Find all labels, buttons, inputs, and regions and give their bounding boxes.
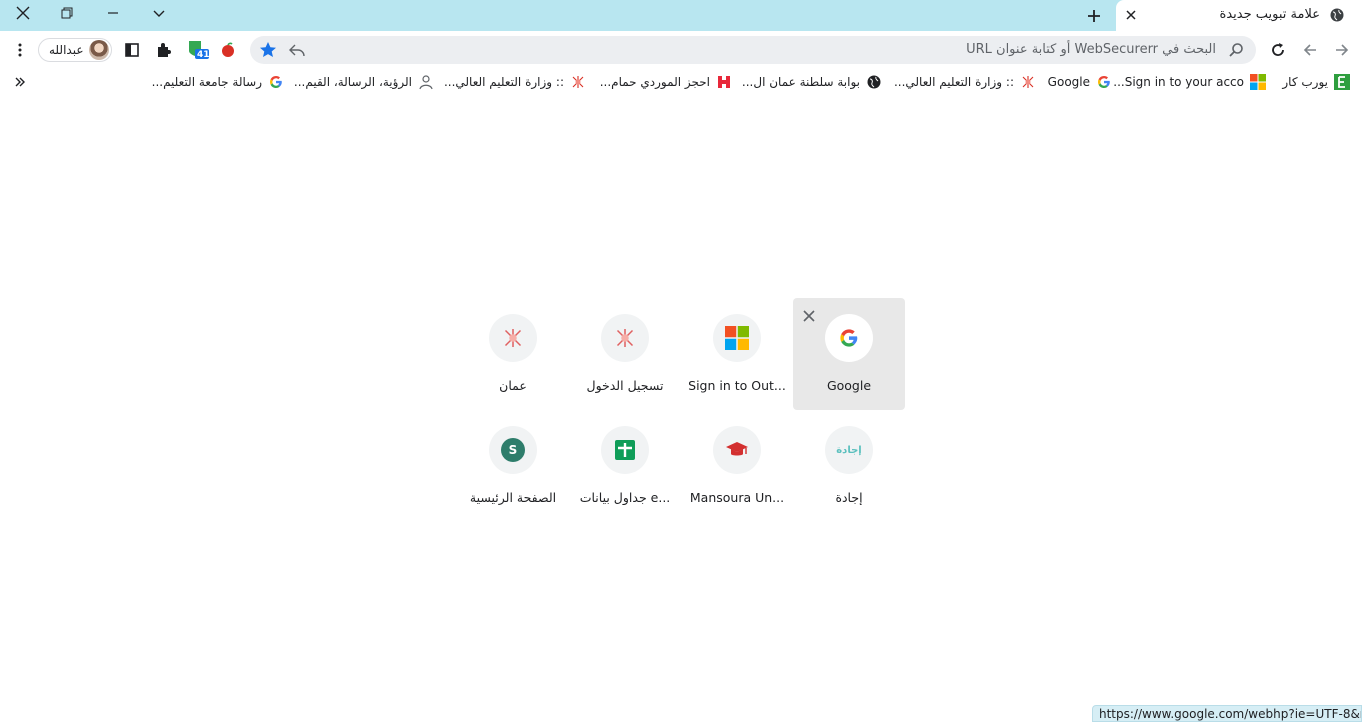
search-icon [1229, 43, 1243, 57]
bookmark-label: :: وزارة التعليم العالي... [443, 75, 564, 89]
shortcut-label: جداول بيانات e... [579, 490, 671, 505]
bookmark-label: يورب كار [1282, 75, 1328, 89]
tab-title: علامة تبويب جديدة [1219, 7, 1320, 22]
bookmark-item[interactable]: احجز الموردي حمام... [600, 72, 732, 92]
avatar [89, 40, 109, 60]
reload-icon [1272, 43, 1284, 56]
close-icon[interactable] [801, 308, 817, 324]
shortcut-label: إجادة [835, 490, 863, 505]
shortcut-label: الصفحة الرئيسية [469, 490, 557, 505]
oman-emblem-icon [570, 74, 586, 90]
back-button[interactable] [1296, 36, 1324, 64]
more-vert-icon [18, 43, 22, 57]
shortcut-oman[interactable]: عمان [457, 298, 569, 410]
security-extension-button[interactable]: 41 [184, 36, 212, 64]
bookmark-item[interactable]: بوابة سلطنة عمان ال... [742, 72, 882, 92]
bookmark-item[interactable]: رسالة جامعة التعليم... [152, 72, 284, 92]
apple-icon [222, 42, 234, 57]
oman-emblem-icon [1020, 74, 1036, 90]
bookmark-label: الرؤية، الرسالة، القيم... [293, 75, 412, 89]
arrow-left-icon [1303, 44, 1316, 56]
s-circle-text: S [501, 438, 525, 462]
red-h-icon [716, 74, 732, 90]
address-bar[interactable]: البحث في WebSecurerr أو كتابة عنوان URL [250, 36, 1256, 64]
shortcut-label: Sign in to Out... [688, 378, 786, 393]
bookmarks-overflow-button[interactable] [14, 72, 26, 92]
google-icon [825, 314, 873, 362]
restore-icon [61, 7, 73, 19]
minimize-icon [108, 12, 118, 14]
shortcut-label: عمان [499, 378, 527, 393]
globe-icon [1330, 8, 1344, 22]
extensions-button[interactable] [150, 36, 178, 64]
active-tab[interactable]: علامة تبويب جديدة [1116, 0, 1362, 31]
green-e-icon [1334, 74, 1350, 90]
close-icon [1126, 10, 1136, 20]
bookmark-item[interactable]: :: وزارة التعليم العالي... [894, 72, 1036, 92]
person-icon [418, 74, 434, 90]
new-tab-button[interactable] [1082, 4, 1106, 28]
close-window-button[interactable] [0, 0, 46, 26]
title-bar: علامة تبويب جديدة [0, 0, 1362, 31]
profile-button[interactable]: عبدالله [38, 38, 112, 62]
share-icon[interactable] [288, 41, 306, 59]
bookmark-label: :: وزارة التعليم العالي... [893, 75, 1014, 89]
plus-icon [1088, 10, 1100, 22]
side-panel-icon [125, 43, 139, 57]
shortcut-label: تسجيل الدخول [586, 378, 664, 393]
extension-badge: 41 [197, 50, 210, 60]
apple-extension-button[interactable] [214, 36, 242, 64]
microsoft-icon [713, 314, 761, 362]
omnibox-placeholder: البحث في WebSecurerr أو كتابة عنوان URL [966, 42, 1216, 57]
bookmark-label: بوابة سلطنة عمان ال... [741, 75, 860, 89]
graduation-cap-icon [713, 426, 761, 474]
bookmark-label: رسالة جامعة التعليم... [151, 75, 262, 89]
bookmark-label: Google [1047, 75, 1090, 89]
minimize-window-button[interactable] [90, 0, 136, 26]
shortcut-sheets[interactable]: جداول بيانات e... [569, 410, 681, 522]
restore-window-button[interactable] [44, 0, 90, 26]
bookmark-label: احجز الموردي حمام... [599, 75, 710, 89]
bookmark-item[interactable]: :: وزارة التعليم العالي... [444, 72, 586, 92]
shortcut-outlook[interactable]: Sign in to Out... [681, 298, 793, 410]
shortcut-label: Mansoura Un... [689, 490, 785, 505]
bookmark-item[interactable]: Google [1048, 72, 1112, 92]
bookmark-label: Sign in to your acco... [1113, 75, 1244, 89]
ejada-icon-text: إجادة [836, 444, 862, 456]
shortcut-homepage[interactable]: S الصفحة الرئيسية [457, 410, 569, 522]
globe-icon [866, 74, 882, 90]
google-sheets-icon [601, 426, 649, 474]
shortcut-mansoura[interactable]: Mansoura Un... [681, 410, 793, 522]
forward-button[interactable] [1328, 36, 1356, 64]
bookmark-item[interactable]: Sign in to your acco... [1113, 72, 1266, 92]
status-url-bubble: https://www.google.com/webhp?ie=UTF-8&rc… [1092, 705, 1362, 722]
profile-name: عبدالله [49, 43, 84, 57]
arrow-right-icon [1336, 44, 1349, 56]
bookmarks-bar: يورب كار Sign in to your acco... Google … [0, 69, 1362, 95]
oman-emblem-icon [601, 314, 649, 362]
star-icon[interactable] [258, 40, 278, 60]
tab-close-button[interactable] [1122, 6, 1140, 24]
shortcut-google[interactable]: Google [793, 298, 905, 410]
shortcut-login[interactable]: تسجيل الدخول [569, 298, 681, 410]
puzzle-icon [158, 43, 171, 57]
shortcut-ejada[interactable]: إجادة إجادة [793, 410, 905, 522]
google-icon [1096, 74, 1112, 90]
tab-search-button[interactable] [136, 0, 182, 26]
bookmark-item[interactable]: الرؤية، الرسالة، القيم... [294, 72, 434, 92]
oman-emblem-icon [489, 314, 537, 362]
bookmark-item[interactable]: يورب كار [1282, 72, 1350, 92]
close-icon [16, 6, 30, 20]
s-circle-icon: S [489, 426, 537, 474]
side-panel-button[interactable] [118, 36, 146, 64]
ejada-icon: إجادة [825, 426, 873, 474]
microsoft-icon [1250, 74, 1266, 90]
shortcut-label: Google [826, 378, 872, 393]
reload-button[interactable] [1264, 36, 1292, 64]
chevron-down-icon [153, 10, 165, 17]
google-icon [268, 74, 284, 90]
double-chevron-icon [15, 77, 25, 87]
menu-button[interactable] [6, 36, 34, 64]
